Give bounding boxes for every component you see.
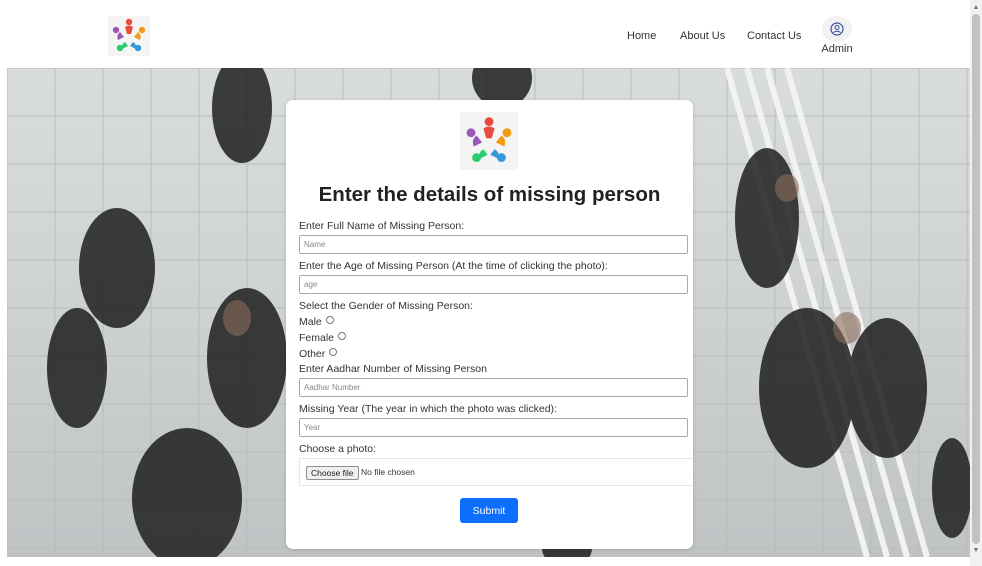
gender-other-radio[interactable] bbox=[329, 348, 338, 356]
logo-icon bbox=[108, 16, 150, 56]
choose-file-button[interactable]: Choose file bbox=[306, 466, 359, 480]
scroll-up-arrow-icon[interactable]: ▲ bbox=[970, 2, 982, 14]
name-label: Enter Full Name of Missing Person: bbox=[299, 220, 465, 232]
gender-label: Select the Gender of Missing Person: bbox=[299, 300, 473, 312]
name-input[interactable] bbox=[299, 235, 688, 254]
gender-option-female: Female bbox=[299, 332, 347, 344]
site-logo[interactable] bbox=[108, 16, 150, 56]
nav-home-link[interactable]: Home bbox=[627, 30, 656, 42]
aadhar-label: Enter Aadhar Number of Missing Person bbox=[299, 363, 487, 375]
file-status-text: No file chosen bbox=[361, 467, 415, 477]
admin-button[interactable]: Admin bbox=[820, 16, 854, 56]
submit-button[interactable]: Submit bbox=[460, 498, 518, 523]
photo-label: Choose a photo: bbox=[299, 443, 377, 455]
photo-file-input[interactable]: Choose file No file chosen bbox=[299, 458, 693, 486]
gender-male-label: Male bbox=[299, 316, 322, 328]
gender-male-radio[interactable] bbox=[325, 316, 334, 324]
age-label: Enter the Age of Missing Person (At the … bbox=[299, 260, 608, 272]
age-input[interactable] bbox=[299, 275, 688, 294]
gender-option-male: Male bbox=[299, 316, 334, 328]
logo-icon bbox=[466, 117, 512, 162]
gender-other-label: Other bbox=[299, 348, 326, 360]
navbar: Home About Us Contact Us Admin bbox=[0, 0, 970, 68]
page-scrollbar[interactable]: ▲ ▼ bbox=[970, 0, 982, 566]
missing-person-form-card: Enter the details of missing person Ente… bbox=[286, 100, 693, 549]
scroll-thumb[interactable] bbox=[972, 14, 980, 544]
aadhar-input[interactable] bbox=[299, 378, 688, 397]
year-label: Missing Year (The year in which the phot… bbox=[299, 403, 557, 415]
admin-label: Admin bbox=[821, 43, 853, 55]
nav-contact-link[interactable]: Contact Us bbox=[747, 30, 801, 42]
user-icon bbox=[822, 16, 852, 42]
form-title: Enter the details of missing person bbox=[318, 183, 661, 206]
gender-female-radio[interactable] bbox=[338, 332, 347, 340]
scroll-down-arrow-icon[interactable]: ▼ bbox=[970, 545, 982, 557]
form-logo bbox=[460, 112, 518, 170]
gender-female-label: Female bbox=[299, 332, 335, 344]
year-input[interactable] bbox=[299, 418, 688, 437]
nav-about-link[interactable]: About Us bbox=[680, 30, 725, 42]
gender-option-other: Other bbox=[299, 348, 338, 360]
